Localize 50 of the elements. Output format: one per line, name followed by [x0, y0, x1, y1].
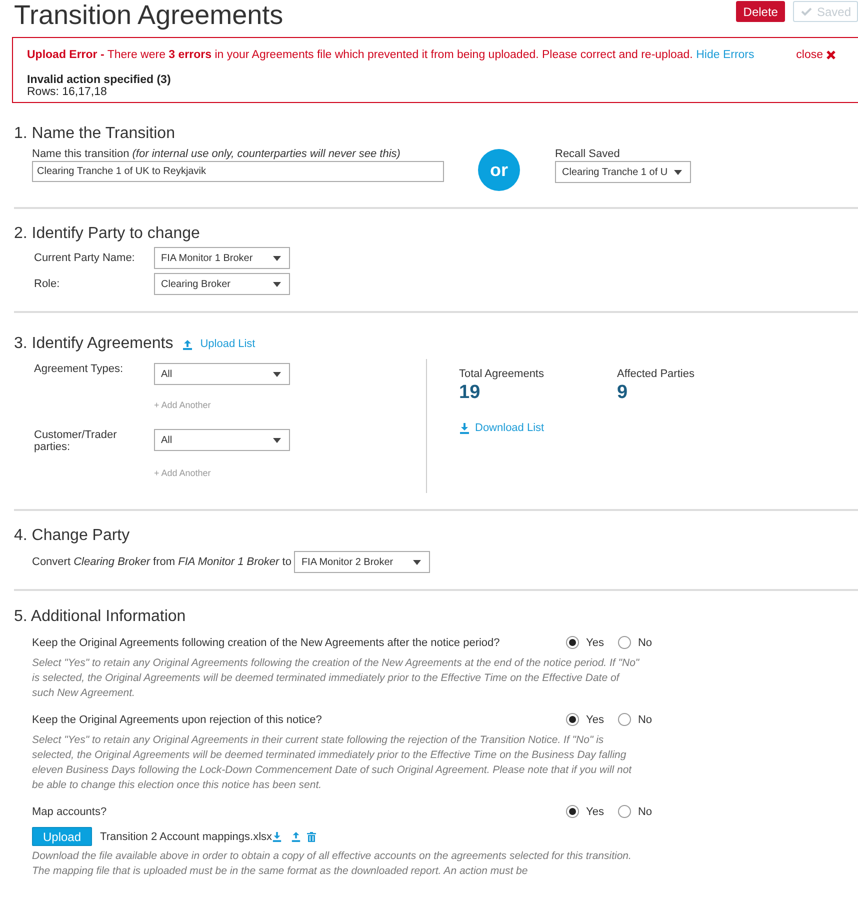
upload-icon: [182, 338, 194, 350]
dropdown[interactable]: All: [154, 429, 290, 451]
page-title: Transition Agreements: [14, 0, 284, 30]
radio-option[interactable]: Yes: [566, 805, 604, 818]
check-icon: [800, 7, 812, 16]
field-label: Role:: [34, 278, 61, 290]
stat-value: 19: [459, 382, 482, 404]
section-heading: 2. Identify Party to change: [14, 225, 201, 243]
section-heading: 5. Additional Information: [14, 608, 187, 626]
help-text: Download the file available above in order to obtain a copy of all effective accounts on the agreements selected for this transition. The mapping file that is uploaded must be in the same format as the downloaded report. An action must be: [32, 849, 632, 879]
question-text: Keep the Original Agreements upon rejection of this notice?: [32, 714, 322, 726]
radio-option[interactable]: No: [618, 713, 652, 726]
download-icon[interactable]: [272, 832, 282, 842]
error-heading: Invalid action specified (3): [27, 74, 172, 86]
field-label: Recall Saved: [555, 148, 621, 160]
dropdown[interactable]: FIA Monitor 2 Broker: [294, 551, 430, 573]
download-icon: [459, 422, 470, 434]
help-text: Select "Yes" to retain any Original Agreements following the creation of the New Agreements at the end of the notice period. If "No" is selected, the Original Agreements will be deemed terminated immediately prior to the Effective Time on the Effective Date of such New Agreement.: [32, 656, 640, 701]
section-heading: 3. Identify Agreements: [14, 335, 174, 353]
section-heading: 1. Name the Transition: [14, 125, 176, 143]
dropdown[interactable]: FIA Monitor 1 Broker: [154, 247, 290, 269]
field-label: Customer/Trader parties:: [34, 429, 118, 453]
error-message: Upload Error - There were 3 errors in your Agreements file which prevented it from being uploaded. Please correct and re-upload. Hide Errors: [27, 49, 754, 61]
or-badge: or: [478, 149, 520, 191]
radio-option[interactable]: Yes: [566, 636, 604, 649]
stat-label: Total Agreements: [459, 368, 545, 380]
stat-label: Affected Parties: [617, 368, 696, 380]
question-text: Map accounts?: [32, 806, 107, 818]
stat-value: 9: [617, 382, 629, 404]
dropdown[interactable]: Clearing Broker: [154, 273, 290, 295]
help-text: Select "Yes" to retain any Original Agreements in their current state following the rejection of the Transition Notice. If "No" is selected, the Original Agreements will be deemed terminated immediately prior to the Effective Time on the Business Day falling eleven Business Days following the Lock-Down Commencement Date of such Original Agreement. Please note that if you will not be able to change this election once this notice has been sent.: [32, 733, 633, 793]
error-rows: Rows: 16,17,18: [27, 86, 844, 98]
delete-button[interactable]: Delete: [736, 1, 785, 22]
field-label: Agreement Types:: [34, 363, 124, 375]
dropdown[interactable]: All: [154, 363, 290, 385]
close-icon: [826, 50, 836, 60]
radio-option[interactable]: No: [618, 805, 652, 818]
recall-saved-dropdown[interactable]: Clearing Tranche 1 of U: [555, 161, 691, 183]
upload-icon[interactable]: [291, 832, 302, 842]
convert-sentence: Convert Clearing Broker from FIA Monitor 1 Broker to: [32, 556, 292, 568]
radio-option[interactable]: Yes: [566, 713, 604, 726]
field-label: Name this transition (for internal use only, counterparties will never see this): [32, 148, 402, 160]
radio-option[interactable]: No: [618, 636, 652, 649]
question-text: Keep the Original Agreements following creation of the New Agreements after the notice period?: [32, 636, 500, 648]
section-heading: 4. Change Party: [14, 527, 131, 545]
file-name: Transition 2 Account mappings.xlsx: [100, 830, 272, 842]
close-button[interactable]: close: [796, 49, 844, 61]
trash-icon[interactable]: [307, 832, 316, 842]
field-label: Current Party Name:: [34, 252, 136, 264]
transition-name-field[interactable]: Clearing Tranche 1 of UK to Reykjavik: [32, 161, 444, 182]
